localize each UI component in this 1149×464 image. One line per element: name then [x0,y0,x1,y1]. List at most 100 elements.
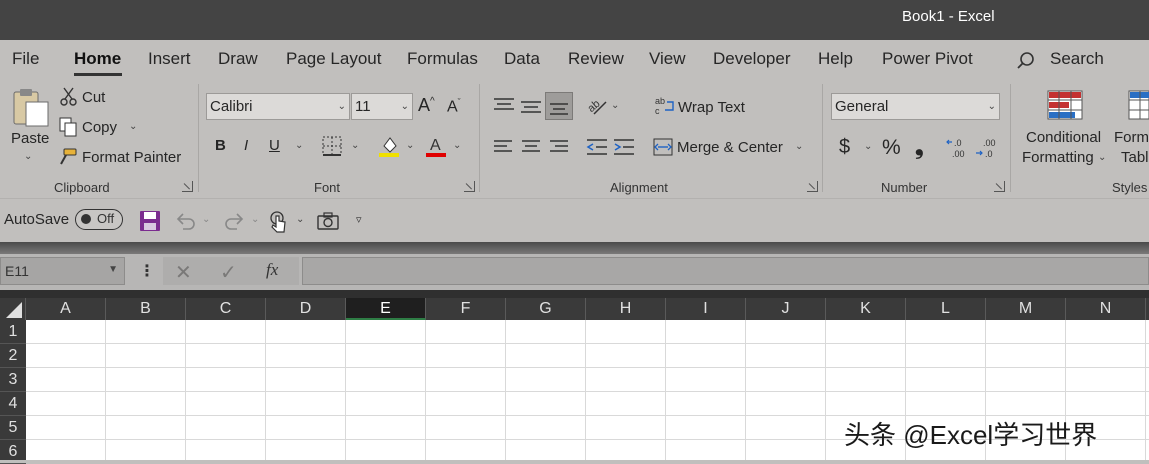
conditional-formatting-icon[interactable] [1047,90,1083,120]
insert-function-button[interactable]: fx [266,260,278,280]
tab-view[interactable]: View [649,49,686,69]
format-as-table-icon[interactable] [1128,90,1149,120]
touch-mode-icon[interactable] [268,210,290,234]
cut-icon[interactable] [60,87,78,107]
tab-formulas[interactable]: Formulas [407,49,478,69]
copy-dropdown-icon[interactable]: ⌄ [129,121,137,132]
format-painter-icon[interactable] [58,147,78,167]
borders-icon[interactable] [322,136,342,156]
paste-dropdown-icon[interactable]: ⌄ [24,151,32,162]
highlight-dropdown-icon[interactable]: ⌄ [406,140,414,151]
column-header-d[interactable]: D [266,298,346,320]
paste-icon[interactable] [12,88,50,128]
formula-input[interactable] [302,257,1149,285]
tab-developer[interactable]: Developer [713,49,791,69]
paste-button[interactable]: Paste [11,130,49,147]
row-header-5[interactable]: 5 [0,416,26,440]
font-name-select[interactable]: Calibri ⌄ [206,93,350,120]
merge-center-button[interactable]: Merge & Center [677,139,783,156]
enter-icon[interactable]: ✓ [220,260,237,285]
number-format-select[interactable]: General ⌄ [831,93,1000,120]
comma-button[interactable]: ❟ [915,134,924,160]
column-header-k[interactable]: K [826,298,906,320]
orientation-dropdown-icon[interactable]: ⌄ [611,100,619,111]
wrap-text-icon[interactable]: ab c [655,96,675,116]
customize-qat-icon[interactable]: ▿ [356,213,362,226]
save-icon[interactable] [139,210,161,232]
copy-button[interactable]: Copy [82,119,117,136]
column-header-j[interactable]: J [746,298,826,320]
format-painter-button[interactable]: Format Painter [82,149,181,166]
tab-insert[interactable]: Insert [148,49,191,69]
tab-draw[interactable]: Draw [218,49,258,69]
cut-button[interactable]: Cut [82,89,105,106]
conditional-formatting-label-1[interactable]: Conditional [1026,129,1101,146]
align-top-icon[interactable] [493,97,515,113]
merge-center-icon[interactable] [653,137,673,157]
search-icon[interactable] [1016,51,1036,71]
row-header-4[interactable]: 4 [0,392,26,416]
clipboard-launcher-icon[interactable] [182,181,193,192]
more-options-icon[interactable]: ⋮ [139,261,155,281]
conditional-dropdown-icon[interactable]: ⌄ [1098,152,1106,163]
orientation-icon[interactable]: ab [586,94,608,116]
column-header-a[interactable]: A [26,298,106,320]
column-header-i[interactable]: I [666,298,746,320]
copy-icon[interactable] [58,117,78,137]
align-center-icon[interactable] [521,139,541,155]
font-color-icon[interactable]: A [425,134,449,158]
column-header-g[interactable]: G [506,298,586,320]
undo-dropdown-icon[interactable]: ⌄ [202,214,210,225]
touch-mode-dropdown-icon[interactable]: ⌄ [296,214,304,225]
search-label[interactable]: Search [1050,49,1104,69]
align-left-icon[interactable] [493,139,513,155]
increase-font-size-icon[interactable]: A^ [418,95,435,116]
font-color-dropdown-icon[interactable]: ⌄ [453,140,461,151]
redo-icon[interactable] [223,211,245,231]
row-header-6[interactable]: 6 [0,440,26,464]
number-launcher-icon[interactable] [994,181,1005,192]
merge-dropdown-icon[interactable]: ⌄ [795,141,803,152]
row-header-2[interactable]: 2 [0,344,26,368]
conditional-formatting-label-2[interactable]: Formatting [1022,149,1094,166]
underline-dropdown-icon[interactable]: ⌄ [295,140,303,151]
tab-home[interactable]: Home [74,49,121,69]
cancel-icon[interactable]: ✕ [175,260,192,285]
column-header-m[interactable]: M [986,298,1066,320]
percent-button[interactable]: % [882,136,901,160]
column-header-e[interactable]: E [346,298,426,320]
column-header-h[interactable]: H [586,298,666,320]
select-all-button[interactable] [0,298,26,320]
format-as-table-label-1[interactable]: Forma [1114,129,1149,146]
tab-page-layout[interactable]: Page Layout [286,49,381,69]
column-header-n[interactable]: N [1066,298,1146,320]
decrease-decimal-icon[interactable]: .00.0 [975,136,999,160]
row-header-3[interactable]: 3 [0,368,26,392]
bold-button[interactable]: B [215,137,226,154]
tab-review[interactable]: Review [568,49,624,69]
alignment-launcher-icon[interactable] [807,181,818,192]
align-right-icon[interactable] [549,139,569,155]
camera-icon[interactable] [317,212,339,230]
row-header-1[interactable]: 1 [0,320,26,344]
tab-power-pivot[interactable]: Power Pivot [882,49,973,69]
currency-dropdown-icon[interactable]: ⌄ [864,141,872,152]
borders-dropdown-icon[interactable]: ⌄ [351,140,359,151]
autosave-toggle[interactable]: Off [75,209,123,230]
decrease-font-size-icon[interactable]: Aˇ [447,97,461,116]
tab-file[interactable]: File [12,49,39,69]
wrap-text-button[interactable]: Wrap Text [678,99,745,116]
column-header-l[interactable]: L [906,298,986,320]
format-as-table-label-2[interactable]: Tabl [1121,149,1149,166]
font-size-select[interactable]: 11 ⌄ [351,93,413,120]
italic-button[interactable]: I [244,137,248,154]
tab-help[interactable]: Help [818,49,853,69]
column-header-b[interactable]: B [106,298,186,320]
increase-indent-icon[interactable] [613,138,635,156]
tab-data[interactable]: Data [504,49,540,69]
increase-decimal-icon[interactable]: .0.00 [946,136,970,160]
name-box[interactable]: E11 ▼ [0,257,125,285]
align-middle-icon[interactable] [520,99,542,115]
column-header-c[interactable]: C [186,298,266,320]
redo-dropdown-icon[interactable]: ⌄ [251,214,259,225]
